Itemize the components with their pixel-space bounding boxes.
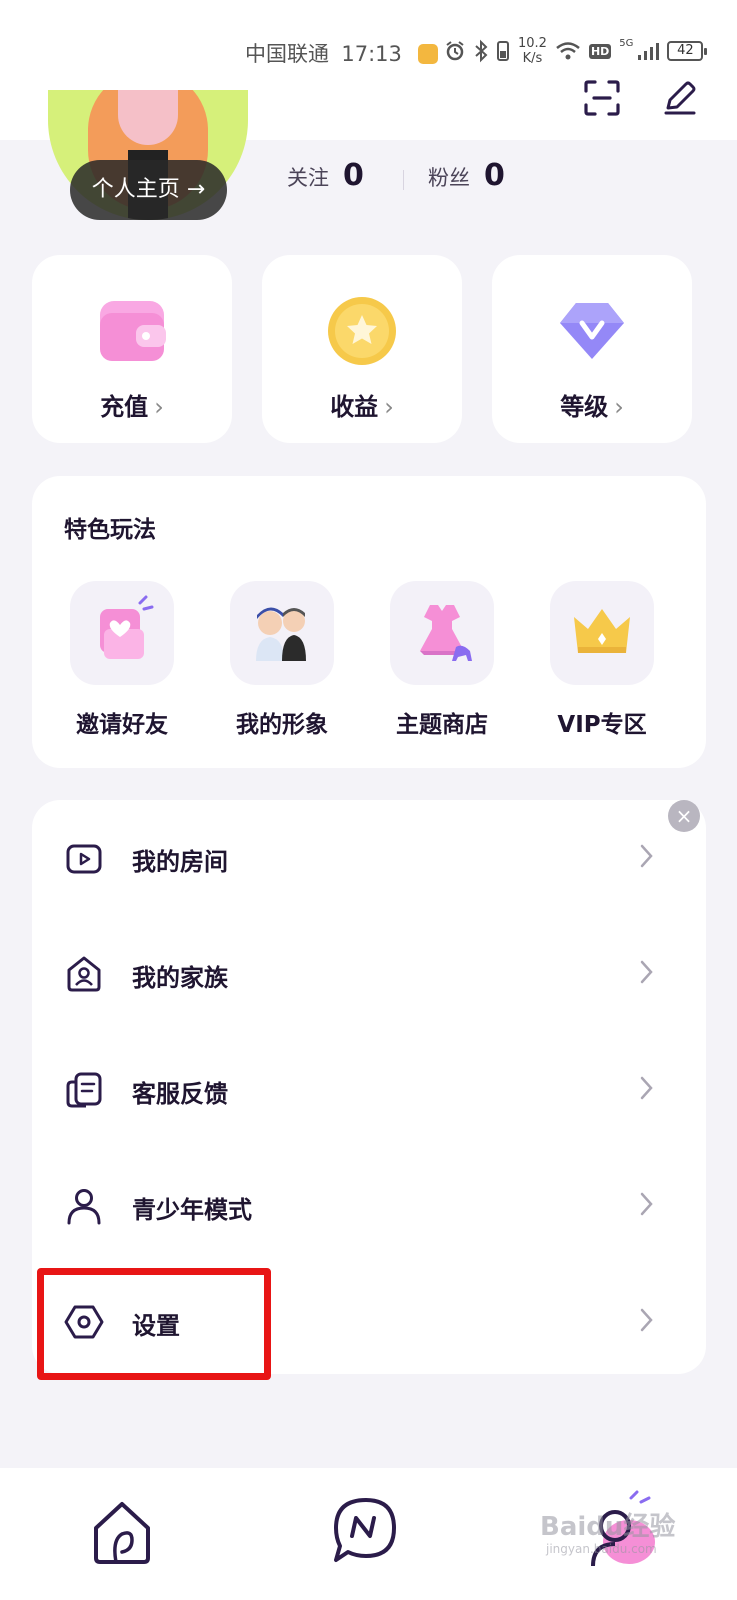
menu-item-teen-mode[interactable]: 青少年模式 xyxy=(32,1154,706,1254)
room-play-icon xyxy=(66,844,102,874)
net-speed: 10.2 K/s xyxy=(518,36,547,66)
menu-item-feedback[interactable]: 客服反馈 xyxy=(32,1038,706,1138)
feature-label: 我的形象 xyxy=(236,712,328,738)
bottom-nav: Baidu经验 jingyan.baidu.com xyxy=(0,1468,737,1600)
invite-heart-icon xyxy=(100,595,154,659)
network-type: 5G xyxy=(619,37,634,49)
feature-icon-box xyxy=(230,581,334,685)
watermark-subtext: jingyan.baidu.com xyxy=(546,1542,657,1556)
menu-label: 客服反馈 xyxy=(132,1080,228,1108)
feature-icon-box xyxy=(390,581,494,685)
menu-item-my-room[interactable]: 我的房间 xyxy=(32,806,706,906)
clock: 17:13 xyxy=(341,42,402,66)
chevron-right-icon xyxy=(640,1076,653,1100)
scan-icon[interactable] xyxy=(582,78,622,118)
follow-count: 0 xyxy=(343,158,364,193)
earnings-label: 收益 › xyxy=(262,387,462,422)
earnings-text: 收益 xyxy=(330,393,379,421)
menu-label: 青少年模式 xyxy=(132,1196,252,1224)
fans-count: 0 xyxy=(484,158,505,193)
crown-icon xyxy=(574,609,630,653)
recharge-text: 充值 xyxy=(100,393,149,421)
features-title: 特色玩法 xyxy=(64,517,156,543)
recharge-card[interactable]: 充值 › xyxy=(32,255,232,443)
chevron-right-icon: › xyxy=(614,393,624,421)
chevron-right-icon: › xyxy=(154,393,164,421)
feature-label: 邀请好友 xyxy=(76,712,168,738)
chat-icon[interactable] xyxy=(326,1490,406,1570)
level-text: 等级 xyxy=(560,393,609,421)
family-house-icon xyxy=(67,956,101,992)
level-card[interactable]: 等级 › xyxy=(492,255,692,443)
follow-label: 关注 xyxy=(287,166,329,190)
menu-label: 我的房间 xyxy=(132,848,228,876)
edit-icon[interactable] xyxy=(660,78,700,118)
feature-label: 主题商店 xyxy=(396,712,488,738)
coin-star-icon xyxy=(328,297,396,365)
follow-stat[interactable]: 关注 0 xyxy=(287,158,364,200)
menu-label: 我的家族 xyxy=(132,964,228,992)
signal-icon xyxy=(638,43,660,60)
feature-icon-box xyxy=(550,581,654,685)
chevron-right-icon xyxy=(640,844,653,868)
notification-cup-icon xyxy=(418,44,439,64)
fans-stat[interactable]: 粉丝 0 xyxy=(428,158,505,200)
chevron-right-icon xyxy=(640,960,653,984)
fans-label: 粉丝 xyxy=(428,166,470,190)
feature-label: VIP专区 xyxy=(557,712,647,738)
phone-battery-icon xyxy=(497,41,509,61)
earnings-card[interactable]: 收益 › xyxy=(262,255,462,443)
battery-indicator: 42 xyxy=(667,41,708,61)
avatar-figures-icon xyxy=(256,607,306,661)
stat-divider xyxy=(403,170,404,190)
alarm-icon xyxy=(446,41,464,61)
person-icon xyxy=(67,1189,101,1225)
feature-vip-zone[interactable]: VIP专区 xyxy=(532,581,672,739)
net-speed-unit: K/s xyxy=(522,51,543,66)
chevron-right-icon: › xyxy=(384,393,394,421)
status-icons: 10.2 K/s HD 5G 42 xyxy=(444,34,708,68)
status-left: 中国联通 17:13 xyxy=(245,38,439,68)
feature-invite-friends[interactable]: 邀请好友 xyxy=(52,581,192,739)
home-icon[interactable] xyxy=(82,1490,162,1570)
app-screen: 中国联通 17:13 10.2 K/s HD 5G 42 个人主页 → 关注 0… xyxy=(0,0,737,1600)
profile-home-button[interactable]: 个人主页 → xyxy=(70,160,227,220)
settings-highlight-box xyxy=(37,1268,271,1380)
status-bar: 中国联通 17:13 10.2 K/s HD 5G 42 xyxy=(0,30,737,70)
hd-badge: HD xyxy=(588,43,612,59)
chevron-right-icon xyxy=(640,1308,653,1332)
diamond-v-icon xyxy=(560,303,624,359)
menu-item-my-family[interactable]: 我的家族 xyxy=(32,922,706,1022)
chevron-right-icon xyxy=(640,1192,653,1216)
wallet-icon xyxy=(100,301,166,361)
features-card: 特色玩法 邀请好友 我的形象 主题商店 VIP专区 xyxy=(32,476,706,768)
feature-my-avatar[interactable]: 我的形象 xyxy=(212,581,352,739)
bluetooth-icon xyxy=(475,39,488,63)
wifi-icon xyxy=(556,42,580,60)
close-button[interactable]: × xyxy=(668,800,700,832)
feature-theme-store[interactable]: 主题商店 xyxy=(372,581,512,739)
net-speed-value: 10.2 xyxy=(518,36,547,51)
feature-icon-box xyxy=(70,581,174,685)
feedback-doc-icon xyxy=(66,1072,102,1108)
level-label: 等级 › xyxy=(492,387,692,422)
watermark-text: Baidu经验 xyxy=(540,1512,676,1542)
carrier: 中国联通 xyxy=(245,42,329,66)
recharge-label: 充值 › xyxy=(32,387,232,422)
dress-shop-icon xyxy=(420,605,472,661)
